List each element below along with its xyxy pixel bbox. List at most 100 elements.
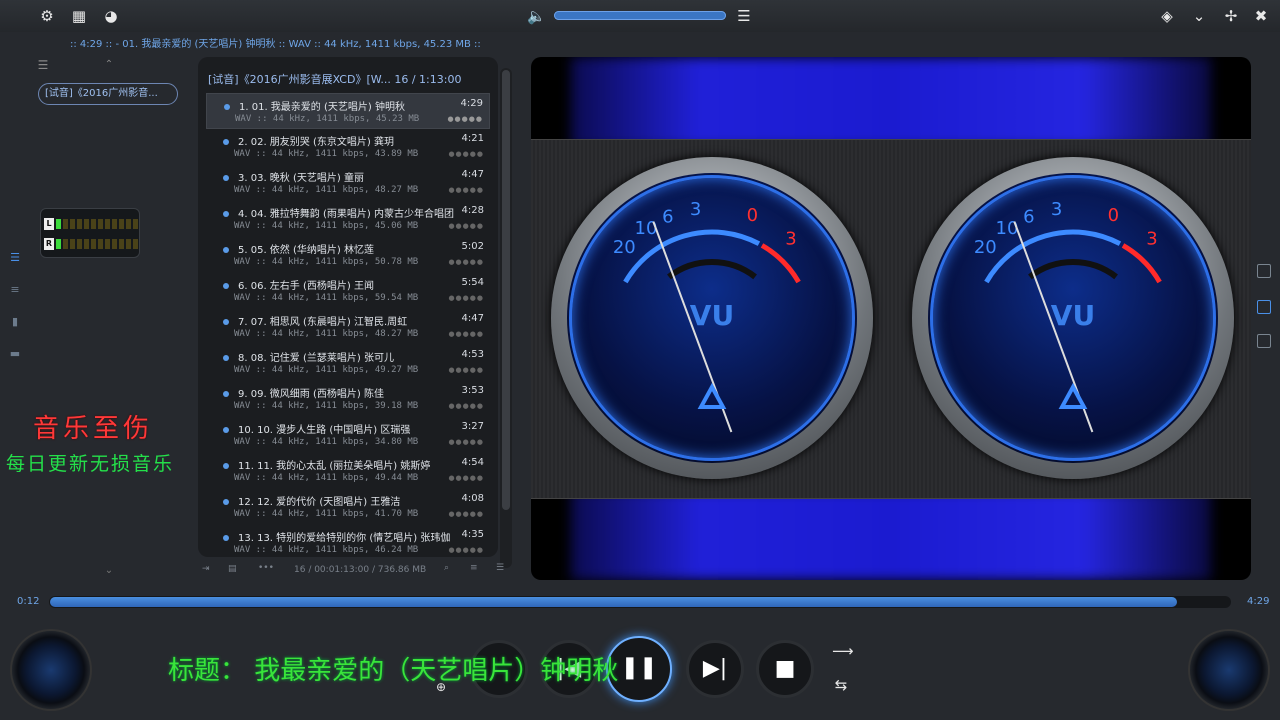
search-icon[interactable]: ⌕	[444, 563, 449, 573]
track-row[interactable]: 6. 06. 左右手 (西杨唱片) 王闻 5:54 WAV :: 44 kHz, 1…	[198, 273, 498, 309]
level-row-left: L	[44, 217, 138, 231]
track-duration: 4:08	[461, 493, 484, 504]
track-duration: 4:28	[461, 205, 484, 216]
track-dot-icon	[223, 139, 229, 145]
chevron-down-icon[interactable]: ⌄	[1190, 7, 1208, 25]
track-row[interactable]: 9. 09. 微风细雨 (西杨唱片) 陈佳 3:53 WAV :: 44 kHz, …	[198, 381, 498, 417]
rating-stars[interactable]: ●●●●●	[448, 474, 484, 482]
rating-stars[interactable]: ●●●●●	[448, 510, 484, 518]
track-dot-icon	[223, 355, 229, 361]
pin-icon[interactable]: ◈	[1158, 7, 1176, 25]
track-dot-icon	[223, 283, 229, 289]
rating-stars[interactable]: ●●●●●	[448, 258, 484, 266]
rating-stars[interactable]: ●●●●●	[448, 186, 484, 194]
speaker-icon[interactable]: 🔈	[527, 7, 546, 25]
menu-icon[interactable]: ☰	[34, 56, 52, 74]
track-duration: 5:54	[461, 277, 484, 288]
inner-arc	[1028, 259, 1118, 280]
playlist-summary: 16 / 00:01:13:00 / 736.86 MB	[294, 565, 427, 575]
track-title: 4. 04. 雅拉特舞韵 (雨果唱片) 内蒙古少年合唱团	[238, 209, 454, 220]
track-dot-icon	[223, 247, 229, 253]
track-row[interactable]: 8. 08. 记住爱 (兰瑟莱唱片) 张可儿 4:53 WAV :: 44 kHz,…	[198, 345, 498, 381]
gear-icon[interactable]: ⚙	[38, 7, 56, 25]
panel-icon-active[interactable]	[1257, 300, 1271, 314]
scale-label: 0	[747, 205, 758, 226]
rating-stars[interactable]: ●●●●●	[448, 366, 484, 374]
rating-stars[interactable]: ●●●●●	[448, 150, 484, 158]
track-row[interactable]: 1. 01. 我最亲爱的 (天艺唱片) 钟明秋 4:29 WAV :: 44 kHz…	[206, 93, 490, 129]
playlist-scrollbar[interactable]	[500, 68, 512, 568]
sliders-icon[interactable]: ☰	[735, 7, 753, 25]
track-row[interactable]: 3. 03. 晚秋 (天艺唱片) 童丽 4:47 WAV :: 44 kHz, 14…	[198, 165, 498, 201]
brand-title: 音乐至伤	[33, 414, 154, 444]
chart-icon[interactable]: ▮	[8, 316, 22, 328]
add-icon[interactable]: ⇥	[202, 564, 210, 574]
channel-label-left: L	[44, 218, 54, 230]
more-icon[interactable]: •••	[258, 563, 274, 573]
rating-stars[interactable]: ●●●●●	[448, 402, 484, 410]
track-dot-icon	[223, 319, 229, 325]
loop-icon[interactable]: ⇆	[832, 676, 850, 694]
vu-visualizer: 20 10 6 3 0 3 VU 20 10 6 3 0 3 VU	[531, 57, 1251, 580]
track-row[interactable]: 11. 11. 我的心太乱 (丽拉美朵唱片) 姚斯婷 4:54 WAV :: 44 …	[198, 453, 498, 489]
next-button[interactable]: ▶|	[686, 640, 744, 698]
track-title: 7. 07. 相思风 (东晨唱片) 江智民.周虹	[238, 317, 408, 328]
playlist-icon[interactable]: ☰	[8, 252, 22, 264]
vu-label: VU	[689, 299, 735, 332]
track-dot-icon	[223, 463, 229, 469]
folder-icon[interactable]: ▬	[8, 348, 22, 360]
track-row[interactable]: 2. 02. 朋友别哭 (东京文唱片) 龚玥 4:21 WAV :: 44 kHz,…	[198, 129, 498, 165]
album-tag[interactable]: [试音]《2016广州影音...	[38, 83, 178, 105]
rating-stars[interactable]: ●●●●●	[448, 222, 484, 230]
file-icon[interactable]: ▤	[228, 564, 237, 574]
track-dot-icon	[223, 391, 229, 397]
track-row[interactable]: 10. 10. 漫步人生路 (中国唱片) 区瑞强 3:27 WAV :: 44 kH…	[198, 417, 498, 453]
stop-button[interactable]: ■	[756, 640, 814, 698]
chevron-up-icon[interactable]: ⌃	[100, 56, 118, 74]
now-playing-info: :: 4:29 :: - 01. 我最亲爱的 (天艺唱片) 钟明秋 :: WAV…	[70, 39, 481, 50]
total-time: 4:29	[1247, 596, 1270, 607]
track-row[interactable]: 13. 13. 特别的爱给特别的你 (情艺唱片) 张玮伽 4:35 WAV :: 4…	[198, 525, 498, 557]
scroll-thumb[interactable]	[502, 70, 510, 510]
speaker-right	[1190, 631, 1268, 709]
queue-icon[interactable]: ≡	[8, 284, 22, 296]
track-duration: 4:53	[461, 349, 484, 360]
track-row[interactable]: 12. 12. 爱的代价 (天图唱片) 王雅洁 4:08 WAV :: 44 kHz…	[198, 489, 498, 525]
sort-icon[interactable]: ≡	[470, 563, 478, 573]
close-icon[interactable]: ✖	[1252, 7, 1270, 25]
vu-meter-left: 20 10 6 3 0 3 VU	[551, 157, 873, 479]
track-row[interactable]: 5. 05. 依然 (华纳唱片) 林忆莲 5:02 WAV :: 44 kHz, 1…	[198, 237, 498, 273]
rating-stars[interactable]: ●●●●●	[448, 438, 484, 446]
track-title: 8. 08. 记住爱 (兰瑟莱唱片) 张可儿	[238, 353, 394, 364]
rating-stars[interactable]: ●●●●●	[448, 294, 484, 302]
track-dot-icon	[224, 104, 230, 110]
rating-stars[interactable]: ●●●●●	[447, 115, 483, 123]
rating-stars[interactable]: ●●●●●	[448, 546, 484, 554]
restore-icon[interactable]: ✢	[1222, 7, 1240, 25]
track-duration: 4:21	[461, 133, 484, 144]
palette-icon[interactable]: ◕	[102, 7, 120, 25]
track-meta: WAV :: 44 kHz, 1411 kbps, 49.44 MB	[234, 473, 419, 483]
doc-icon[interactable]	[1257, 334, 1271, 348]
track-row[interactable]: 4. 04. 雅拉特舞韵 (雨果唱片) 内蒙古少年合唱团 4:28 WAV :: 4…	[198, 201, 498, 237]
rating-stars[interactable]: ●●●●●	[448, 330, 484, 338]
channel-label-right: R	[44, 238, 54, 250]
repeat-right-icon[interactable]: ⟶	[832, 642, 854, 660]
scale-label: 3	[1051, 199, 1062, 220]
chevron-down-icon[interactable]: ⌄	[100, 562, 118, 580]
track-meta: WAV :: 44 kHz, 1411 kbps, 48.27 MB	[234, 185, 419, 195]
vu-label: VU	[1050, 299, 1096, 332]
brand-subtitle: 每日更新无损音乐	[6, 453, 175, 475]
grid-icon[interactable]: ▦	[70, 7, 88, 25]
panel-icon[interactable]	[1257, 264, 1271, 278]
level-meter: L R	[40, 208, 140, 258]
track-row[interactable]: 7. 07. 相思风 (东晨唱片) 江智民.周虹 4:47 WAV :: 44 kH…	[198, 309, 498, 345]
scale-arc-blue	[984, 229, 1122, 284]
list-icon[interactable]: ☰	[496, 563, 504, 573]
volume-slider[interactable]	[554, 11, 726, 20]
track-meta: WAV :: 44 kHz, 1411 kbps, 46.24 MB	[234, 545, 419, 555]
seek-bar[interactable]	[49, 596, 1231, 608]
track-meta: WAV :: 44 kHz, 1411 kbps, 41.70 MB	[234, 509, 419, 519]
playlist-header[interactable]: [试音]《2016广州影音展XCD》[W... 16 / 1:13:00	[198, 57, 498, 93]
track-title: 9. 09. 微风细雨 (西杨唱片) 陈佳	[238, 389, 384, 400]
